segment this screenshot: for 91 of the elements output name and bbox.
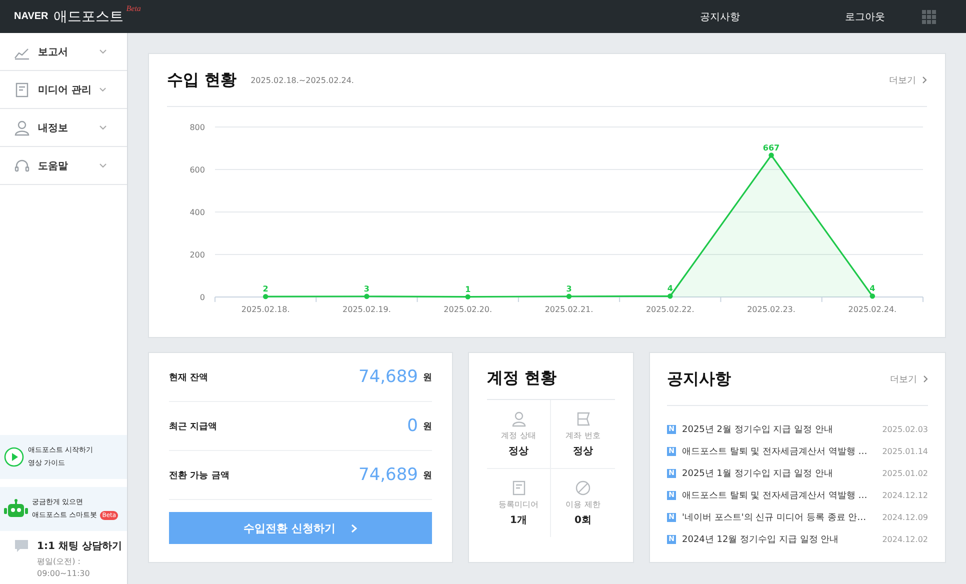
period-text: 2025.02.18.~2025.02.24.: [250, 76, 354, 84]
data-label: 1: [465, 284, 471, 294]
account-value: 1개: [510, 514, 527, 526]
data-point: [566, 294, 572, 299]
person-icon: [14, 120, 30, 136]
amount-value: 74,689: [358, 465, 418, 485]
chevron-down-icon: [99, 163, 107, 168]
document-icon: [14, 82, 30, 98]
chevron-right-icon: [922, 76, 927, 84]
card-icon: [575, 410, 591, 426]
amount-value: 0: [407, 416, 418, 436]
data-point: [668, 294, 673, 299]
x-tick-label: 2025.02.21.: [544, 305, 594, 314]
sidebar-menu-item[interactable]: 미디어 관리: [0, 71, 127, 109]
more-link[interactable]: 더보기: [890, 372, 917, 386]
notice-title-link[interactable]: 2024년 12월 정기수입 지급 일정 안내: [682, 532, 839, 546]
currency-unit: 원: [423, 372, 432, 384]
account-value: 정상: [573, 444, 593, 458]
chevron-right-icon: [923, 375, 928, 383]
sidebar-menu-item[interactable]: 보고서: [0, 33, 127, 71]
more-link[interactable]: 더보기: [889, 74, 916, 86]
notice-date: 2025.02.03: [882, 424, 928, 434]
data-label: 3: [364, 284, 370, 294]
x-tick-label: 2025.02.23.: [747, 305, 796, 314]
y-tick-label: 400: [190, 208, 205, 217]
account-value: 0회: [574, 514, 592, 526]
document-icon: [510, 480, 526, 496]
account-label: 계좌 번호: [566, 430, 600, 440]
sidebar-menu-item[interactable]: 내정보: [0, 109, 127, 147]
currency-unit: 원: [423, 420, 432, 432]
card-title: 수입 현황: [167, 70, 237, 90]
account-label: 이용 제한: [566, 498, 600, 510]
beta-label: Beta: [126, 4, 141, 13]
notice-date: 2024.12.09: [882, 512, 928, 522]
chat-bubble-icon: [14, 539, 29, 553]
amount-value: 74,689: [358, 367, 418, 387]
x-tick-label: 2025.02.22.: [646, 305, 694, 314]
data-point: [465, 294, 470, 300]
notice-link[interactable]: 공지사항: [700, 10, 740, 24]
y-tick-label: 600: [190, 166, 205, 174]
account-value: 정상: [508, 444, 528, 458]
chevron-down-icon: [99, 49, 107, 54]
balance-label: 전환 가능 금액: [169, 470, 230, 482]
balance-label: 현재 잔액: [169, 372, 208, 384]
data-label: 3: [566, 284, 572, 294]
notice-title-link[interactable]: 애드포스트 탈퇴 및 전자세금계산서 역발행 …: [682, 444, 868, 458]
data-point: [870, 294, 876, 299]
x-tick-label: 2025.02.20.: [444, 305, 492, 314]
notice-date: 2024.12.02: [882, 534, 928, 544]
data-label: 4: [667, 284, 673, 294]
play-icon: [4, 447, 24, 467]
account-label: 등록미디어: [498, 498, 538, 510]
data-label: 667: [762, 143, 780, 152]
logout-link[interactable]: 로그아웃: [845, 10, 885, 24]
sidebar-menu-item[interactable]: 도움말: [0, 147, 127, 185]
notice-title-link[interactable]: 2025년 2월 정기수입 지급 일정 안내: [682, 422, 833, 436]
hours-text: 평일(오전) :: [37, 556, 82, 568]
currency-unit: 원: [423, 470, 432, 482]
data-point: [262, 294, 268, 300]
card-title: 계정 현황: [487, 353, 615, 400]
notice-title-link[interactable]: 2025년 1월 정기수입 지급 일정 안내: [682, 466, 833, 480]
notice-date: 2024.12.12: [882, 490, 928, 500]
x-tick-label: 2025.02.18.: [241, 305, 290, 314]
naver-logo[interactable]: NAVER: [14, 11, 48, 22]
data-point: [364, 294, 370, 299]
data-label: 2: [262, 284, 268, 294]
card-title: 공지사항: [667, 368, 731, 390]
balance-label: 최근 지급액: [169, 420, 218, 432]
chevron-down-icon: [99, 87, 107, 92]
prohibited-icon: [575, 480, 591, 496]
y-tick-label: 0: [200, 293, 205, 302]
x-tick-label: 2025.02.24.: [848, 305, 897, 314]
apps-grid-icon[interactable]: [922, 10, 936, 24]
robot-icon: [4, 499, 28, 519]
data-label: 4: [870, 284, 876, 294]
headset-icon: [14, 158, 30, 174]
data-point: [768, 152, 774, 158]
y-tick-label: 800: [190, 123, 205, 132]
y-tick-label: 200: [190, 250, 205, 260]
notice-date: 2025.01.14: [882, 446, 928, 456]
hours-text: 09:00~11:30: [37, 568, 91, 580]
chat-consult-link[interactable]: 1:1 채팅 상담하기: [37, 539, 122, 553]
account-label: 계정 상태: [501, 430, 536, 440]
product-name: 애드포스트: [53, 8, 124, 26]
notice-title-link[interactable]: 애드포스트 탈퇴 및 전자세금계산서 역발행 …: [682, 488, 868, 502]
notice-title-link[interactable]: '네이버 포스트'의 신규 미디어 등록 종료 안…: [682, 510, 866, 524]
chevron-down-icon: [99, 125, 107, 130]
x-tick-label: 2025.02.19.: [342, 305, 391, 314]
chevron-right-icon: [351, 524, 358, 532]
notice-date: 2025.01.02: [882, 468, 928, 478]
person-icon: [510, 410, 526, 426]
